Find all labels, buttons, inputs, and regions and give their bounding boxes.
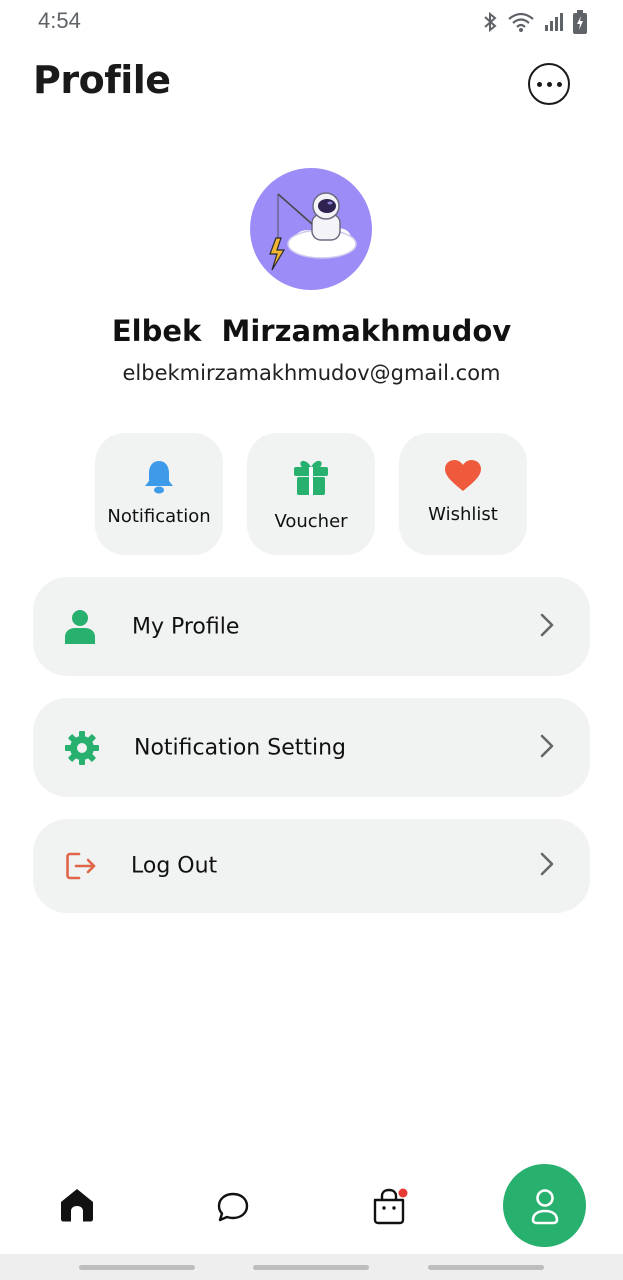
notification-card[interactable]: Notification [95,433,223,555]
astronaut-avatar-image [269,192,357,271]
system-home-button[interactable] [253,1265,369,1270]
nav-profile-button[interactable] [503,1164,586,1247]
system-nav-bar [0,1254,623,1280]
logout-icon [65,851,97,881]
page-title: Profile [33,58,171,102]
log-out-label: Log Out [131,853,218,879]
more-options-button[interactable] [528,63,570,105]
nav-chat-button[interactable] [216,1190,250,1224]
status-icons [481,10,587,34]
notification-label: Notification [107,506,211,527]
more-dot-icon [556,81,562,87]
system-recents-button[interactable] [79,1265,195,1270]
user-icon [64,609,96,645]
menu-item-log-out[interactable]: Log Out [33,819,590,913]
wifi-icon [508,12,534,32]
status-bar: 4:54 [0,0,623,44]
system-back-button[interactable] [428,1265,544,1270]
home-icon [61,1189,93,1222]
user-name: Elbek Mirzamakhmudov [111,314,512,348]
status-time: 4:54 [38,8,81,33]
cart-icon [373,1188,408,1225]
bluetooth-icon [484,11,497,33]
chevron-right-icon [540,613,554,641]
gift-icon [247,456,375,496]
profile-icon [531,1188,558,1224]
more-dot-icon [546,81,552,87]
user-email: elbekmirzamakhmudov@gmail.com [122,361,501,385]
bell-icon [95,459,223,495]
heart-icon [399,459,527,493]
gear-icon [64,730,100,766]
voucher-label: Voucher [274,511,348,532]
wishlist-card[interactable]: Wishlist [399,433,527,555]
chevron-right-icon [540,852,554,880]
chat-icon [217,1192,249,1222]
avatar[interactable] [250,168,372,290]
chevron-right-icon [540,734,554,762]
notification-setting-label: Notification Setting [134,735,346,760]
menu-item-notification-setting[interactable]: Notification Setting [33,698,590,797]
my-profile-label: My Profile [132,614,240,639]
more-dot-icon [536,81,542,87]
voucher-card[interactable]: Voucher [247,433,375,555]
wishlist-label: Wishlist [428,504,498,525]
nav-cart-button[interactable] [370,1186,410,1226]
menu-item-my-profile[interactable]: My Profile [33,577,590,676]
nav-home-button[interactable] [58,1186,96,1224]
battery-icon [573,10,587,34]
signal-icon [545,13,563,31]
